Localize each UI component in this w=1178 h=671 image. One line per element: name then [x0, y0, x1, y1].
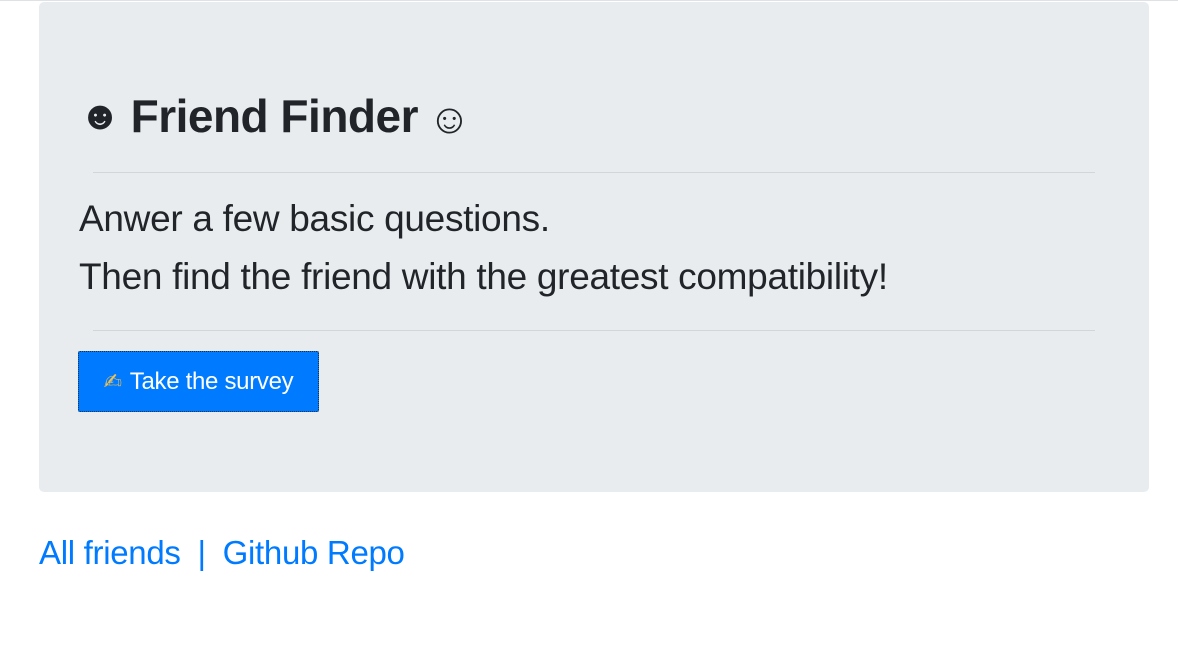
divider-top: [93, 172, 1095, 173]
take-survey-label: Take the survey: [129, 367, 294, 395]
all-friends-link[interactable]: All friends: [39, 534, 181, 571]
page-title-text: Friend Finder: [130, 90, 419, 142]
intro-line-2: Then find the friend with the greatest c…: [79, 256, 888, 297]
smiley-solid-icon: ☻: [79, 94, 121, 138]
github-repo-link[interactable]: Github Repo: [223, 534, 405, 571]
link-separator: |: [197, 534, 206, 571]
divider-bottom: [93, 330, 1095, 331]
top-border: [0, 0, 1178, 1]
writing-hand-icon: ✍: [103, 368, 122, 394]
jumbotron: ☻ Friend Finder ☺ Anwer a few basic ques…: [39, 2, 1149, 492]
page-title: ☻ Friend Finder ☺: [79, 88, 471, 144]
intro-line-1: Anwer a few basic questions.: [79, 198, 550, 239]
footer-links: All friends | Github Repo: [39, 533, 405, 573]
take-survey-button[interactable]: ✍ Take the survey: [78, 351, 319, 412]
smiley-outline-icon: ☺: [428, 95, 471, 142]
